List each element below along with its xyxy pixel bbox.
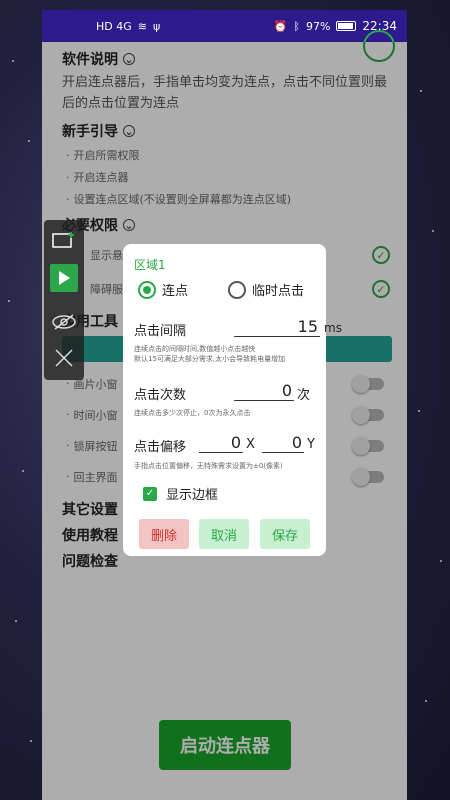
offset-y-unit: Y — [307, 437, 315, 452]
network-label: HD 4G — [96, 19, 132, 33]
hide-button[interactable] — [50, 308, 78, 336]
interval-hint-2: 默认15可满足大部分需求,太小会导致耗电量增加 — [134, 355, 286, 363]
interval-input[interactable]: 15 — [234, 317, 320, 337]
play-icon — [59, 271, 70, 285]
radio-checked-icon — [138, 280, 156, 299]
battery-icon — [336, 21, 357, 31]
offset-y-input[interactable]: 0 — [262, 433, 304, 453]
interval-unit: ms — [324, 321, 342, 335]
star — [22, 470, 24, 472]
interval-label: 点击间隔 — [134, 324, 187, 339]
alarm-icon: ⏰ — [273, 19, 288, 33]
checkbox-checked-icon: ✓ — [143, 486, 157, 501]
count-unit: 次 — [297, 388, 311, 403]
count-hint: 连续点击多少次停止，0次为永久点击 — [134, 409, 251, 417]
dialog-title: 区域1 — [134, 258, 166, 272]
star — [440, 560, 442, 562]
add-area-button[interactable] — [50, 226, 78, 254]
close-button[interactable] — [50, 344, 78, 372]
cancel-button[interactable]: 取消 — [199, 519, 249, 549]
offset-x-unit: X — [246, 437, 255, 452]
offset-hint: 手指点击位置偏移，无特殊需求设置为±0(像素) — [134, 462, 283, 470]
mode-radio-group: 连点 临时点击 — [138, 280, 318, 300]
add-area-icon — [52, 232, 74, 248]
close-icon — [55, 349, 73, 367]
eye-off-icon — [52, 314, 76, 330]
offset-x-input[interactable]: 0 — [199, 433, 243, 453]
notification-icon: ψ — [152, 19, 161, 33]
play-button[interactable] — [50, 264, 78, 292]
radio-unchecked-icon — [228, 280, 246, 299]
star — [432, 230, 434, 232]
star — [28, 140, 30, 142]
star — [8, 300, 10, 302]
offset-label: 点击偏移 — [134, 440, 187, 455]
radio-temporary[interactable]: 临时点击 — [228, 280, 304, 299]
count-label: 点击次数 — [134, 388, 187, 403]
status-bar: HD 4G ≋ ψ ⏰ ᛒ 97% 22:34 — [42, 10, 407, 42]
star — [418, 410, 420, 412]
star — [15, 620, 17, 622]
star — [425, 700, 427, 702]
floating-toolbar — [44, 220, 84, 380]
radio-continuous[interactable]: 连点 — [138, 280, 188, 299]
wifi-icon: ≋ — [137, 19, 147, 33]
delete-button[interactable]: 删除 — [139, 519, 189, 549]
count-input[interactable]: 0 — [234, 381, 294, 401]
save-button[interactable]: 保存 — [260, 519, 310, 549]
interval-hint-1: 连续点击的间隔时间,数值越小点击越快 — [134, 345, 256, 353]
bluetooth-icon: ᛒ — [293, 19, 300, 33]
star — [420, 90, 422, 92]
star — [12, 60, 14, 62]
star — [30, 740, 32, 742]
battery-percent: 97% — [305, 19, 331, 33]
area-settings-dialog: 区域1 连点 临时点击 点击间隔 15 ms 连续点击的间隔时间,数值越小点击越… — [123, 244, 342, 556]
show-border-checkbox[interactable]: ✓ 显示边框 — [143, 484, 218, 503]
